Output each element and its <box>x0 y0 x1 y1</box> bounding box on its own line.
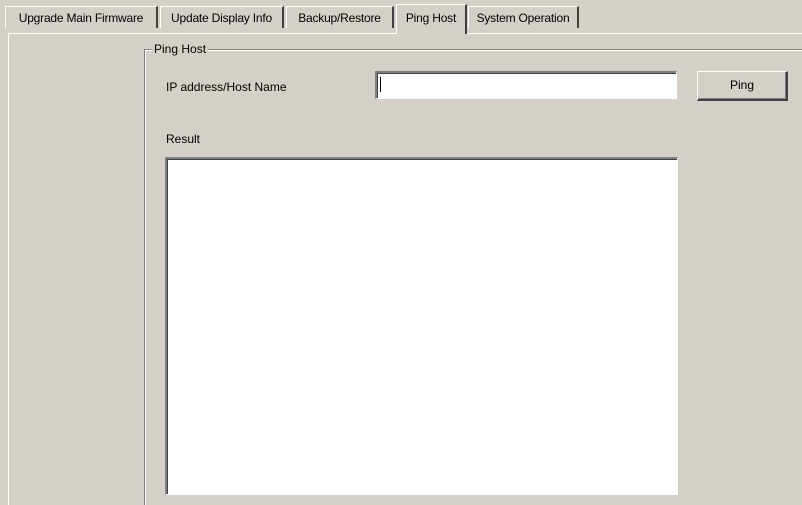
result-label: Result <box>166 132 201 146</box>
tab-ping-host[interactable]: Ping Host <box>396 4 467 34</box>
tab-upgrade-main-firmware[interactable]: Upgrade Main Firmware <box>5 6 158 28</box>
tab-update-display-info[interactable]: Update Display Info <box>160 6 284 28</box>
tab-strip: Upgrade Main Firmware Update Display Inf… <box>0 0 802 34</box>
text-caret <box>380 77 381 92</box>
tab-backup-restore[interactable]: Backup/Restore <box>286 6 394 28</box>
ping-button[interactable]: Ping <box>697 71 788 101</box>
ping-host-group-title: Ping Host <box>152 41 209 57</box>
result-textarea[interactable] <box>165 157 678 495</box>
ping-host-window: Upgrade Main Firmware Update Display Inf… <box>0 0 802 505</box>
ip-address-input[interactable] <box>375 71 677 99</box>
tab-system-operation[interactable]: System Operation <box>468 6 579 28</box>
ip-address-label: IP address/Host Name <box>166 80 287 94</box>
